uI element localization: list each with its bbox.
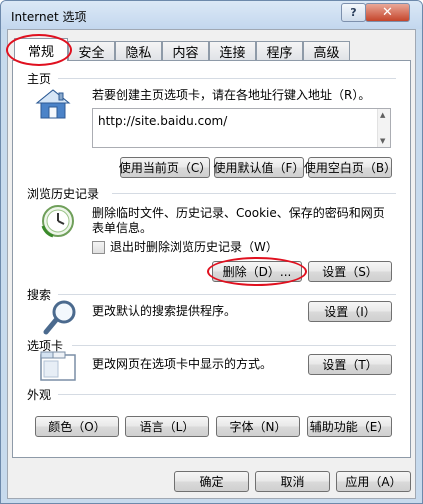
search-separator bbox=[58, 294, 396, 295]
tab-privacy[interactable]: 隐私 bbox=[115, 41, 162, 61]
delete-history-on-exit-checkbox[interactable] bbox=[92, 241, 105, 254]
tab-general[interactable]: 常规 bbox=[14, 38, 68, 61]
search-description: 更改默认的搜索提供程序。 bbox=[92, 304, 237, 318]
homepage-section-title: 主页 bbox=[27, 72, 52, 86]
colors-button[interactable]: 颜色（O） bbox=[35, 416, 119, 437]
cancel-button[interactable]: 取消 bbox=[255, 471, 330, 492]
help-icon: ? bbox=[350, 6, 357, 19]
ok-button[interactable]: 确定 bbox=[174, 471, 249, 492]
use-current-page-button[interactable]: 使用当前页（C） bbox=[119, 157, 211, 178]
use-default-button[interactable]: 使用默认值（F） bbox=[214, 157, 304, 178]
tab-advanced[interactable]: 高级 bbox=[303, 41, 350, 61]
tab-security[interactable]: 安全 bbox=[68, 41, 115, 61]
languages-button[interactable]: 语言（L） bbox=[125, 416, 209, 437]
homepage-separator bbox=[58, 78, 396, 79]
window-title: Internet 选项 bbox=[11, 10, 87, 24]
close-icon: ✕ bbox=[382, 5, 393, 20]
url-field-scrollbar[interactable]: ▲ ▼ bbox=[377, 109, 390, 147]
tabs-separator bbox=[72, 345, 396, 346]
search-magnifier-icon bbox=[43, 300, 76, 335]
delete-history-button[interactable]: 删除（D）... bbox=[212, 261, 302, 282]
scroll-up-icon[interactable]: ▲ bbox=[380, 111, 385, 119]
history-section-title: 浏览历史记录 bbox=[27, 187, 100, 201]
homepage-description: 若要创建主页选项卡，请在各地址行键入地址（R）。 bbox=[92, 88, 371, 102]
accessibility-button[interactable]: 辅助功能（E） bbox=[307, 416, 392, 437]
close-button[interactable]: ✕ bbox=[365, 3, 410, 22]
tab-content[interactable]: 内容 bbox=[162, 41, 209, 61]
history-description-line1: 删除临时文件、历史记录、Cookie、保存的密码和网页 bbox=[92, 206, 385, 220]
tabs-description: 更改网页在选项卡中显示的方式。 bbox=[92, 357, 273, 371]
title-bar[interactable]: Internet 选项 ? ✕ bbox=[1, 1, 422, 29]
history-clock-icon bbox=[41, 205, 74, 238]
general-tab-panel: 主页 若要创建主页选项卡，请在各地址行键入地址（R）。 http://site.… bbox=[12, 60, 411, 458]
delete-history-on-exit-label[interactable]: 退出时删除浏览历史记录（W） bbox=[110, 240, 278, 255]
tabs-window-icon bbox=[40, 351, 76, 381]
history-description-line2: 表单信息。 bbox=[92, 221, 153, 235]
history-separator bbox=[112, 193, 396, 194]
homepage-url-field[interactable]: http://site.baidu.com/ ▲ ▼ bbox=[92, 108, 391, 148]
use-blank-page-button[interactable]: 使用空白页（B） bbox=[304, 157, 396, 178]
apply-button[interactable]: 应用（A） bbox=[336, 471, 411, 492]
help-button[interactable]: ? bbox=[341, 3, 366, 22]
dialog-client-area: 常规 安全 隐私 内容 连接 程序 高级 主页 若要创建主页选项卡，请在各地址行… bbox=[6, 29, 416, 499]
home-icon bbox=[35, 89, 71, 119]
homepage-url-value: http://site.baidu.com/ bbox=[98, 114, 228, 128]
scroll-down-icon[interactable]: ▼ bbox=[380, 137, 385, 145]
tab-programs[interactable]: 程序 bbox=[256, 41, 303, 61]
search-settings-button[interactable]: 设置（I） bbox=[308, 301, 392, 322]
history-settings-button[interactable]: 设置（S） bbox=[308, 261, 392, 282]
appearance-separator bbox=[58, 394, 396, 395]
internet-options-window: Internet 选项 ? ✕ 常规 安全 隐私 内容 连接 程序 高级 主页 bbox=[0, 0, 423, 504]
fonts-button[interactable]: 字体（N） bbox=[216, 416, 300, 437]
tab-connections[interactable]: 连接 bbox=[209, 41, 256, 61]
appearance-section-title: 外观 bbox=[27, 388, 52, 402]
tabs-settings-button[interactable]: 设置（T） bbox=[308, 354, 392, 375]
